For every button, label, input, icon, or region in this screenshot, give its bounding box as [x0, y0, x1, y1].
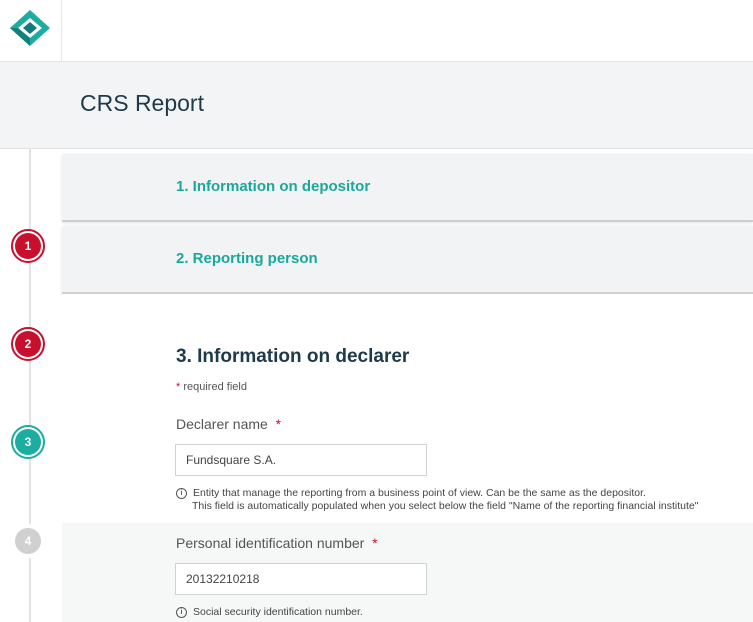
step-1[interactable]: 1 — [11, 229, 45, 263]
section-header-depositor[interactable]: 1. Information on depositor — [62, 154, 753, 222]
logo[interactable] — [0, 0, 62, 61]
required-star: * — [176, 381, 181, 393]
personal-id-input[interactable] — [175, 563, 427, 595]
step-3-number: 3 — [15, 429, 41, 455]
section-header-reporting-person[interactable]: 2. Reporting person — [62, 226, 753, 294]
declarer-name-label: Declarer name * — [176, 416, 281, 432]
step-3[interactable]: 3 — [11, 425, 45, 459]
progress-stepper: 1 2 3 4 — [0, 149, 62, 622]
personal-id-help-line1: Social security identification number. — [193, 606, 363, 618]
declarer-name-help-line1: Entity that manage the reporting from a … — [193, 487, 646, 499]
section-title-depositor: 1. Information on depositor — [176, 178, 371, 195]
declarer-name-help: i Entity that manage the reporting from a… — [176, 487, 698, 513]
info-icon: i — [176, 487, 187, 499]
title-bar: CRS Report — [0, 62, 753, 149]
step-2[interactable]: 2 — [11, 327, 45, 361]
section-title-reporting-person: 2. Reporting person — [176, 250, 318, 267]
step-4[interactable]: 4 — [11, 524, 45, 558]
diamond-logo-icon — [10, 10, 50, 46]
declarer-name-input[interactable] — [175, 444, 427, 476]
personal-id-help: i Social security identification number. — [176, 606, 363, 619]
required-note-text: required field — [183, 381, 247, 393]
personal-id-required-star: * — [372, 535, 378, 551]
section-title-declarer: 3. Information on declarer — [176, 346, 410, 367]
top-bar — [0, 0, 753, 62]
personal-id-label: Personal identification number * — [176, 535, 378, 551]
declarer-name-required-star: * — [275, 416, 282, 432]
declarer-name-label-text: Declarer name — [176, 416, 268, 432]
page-title: CRS Report — [80, 90, 204, 116]
step-2-number: 2 — [15, 331, 41, 357]
personal-id-label-text: Personal identification number — [176, 535, 365, 551]
info-icon: i — [176, 606, 187, 618]
declarer-name-help-line2: This field is automatically populated wh… — [192, 500, 699, 512]
step-4-number: 4 — [15, 528, 41, 554]
required-note: * required field — [176, 381, 247, 393]
step-1-number: 1 — [15, 233, 41, 259]
